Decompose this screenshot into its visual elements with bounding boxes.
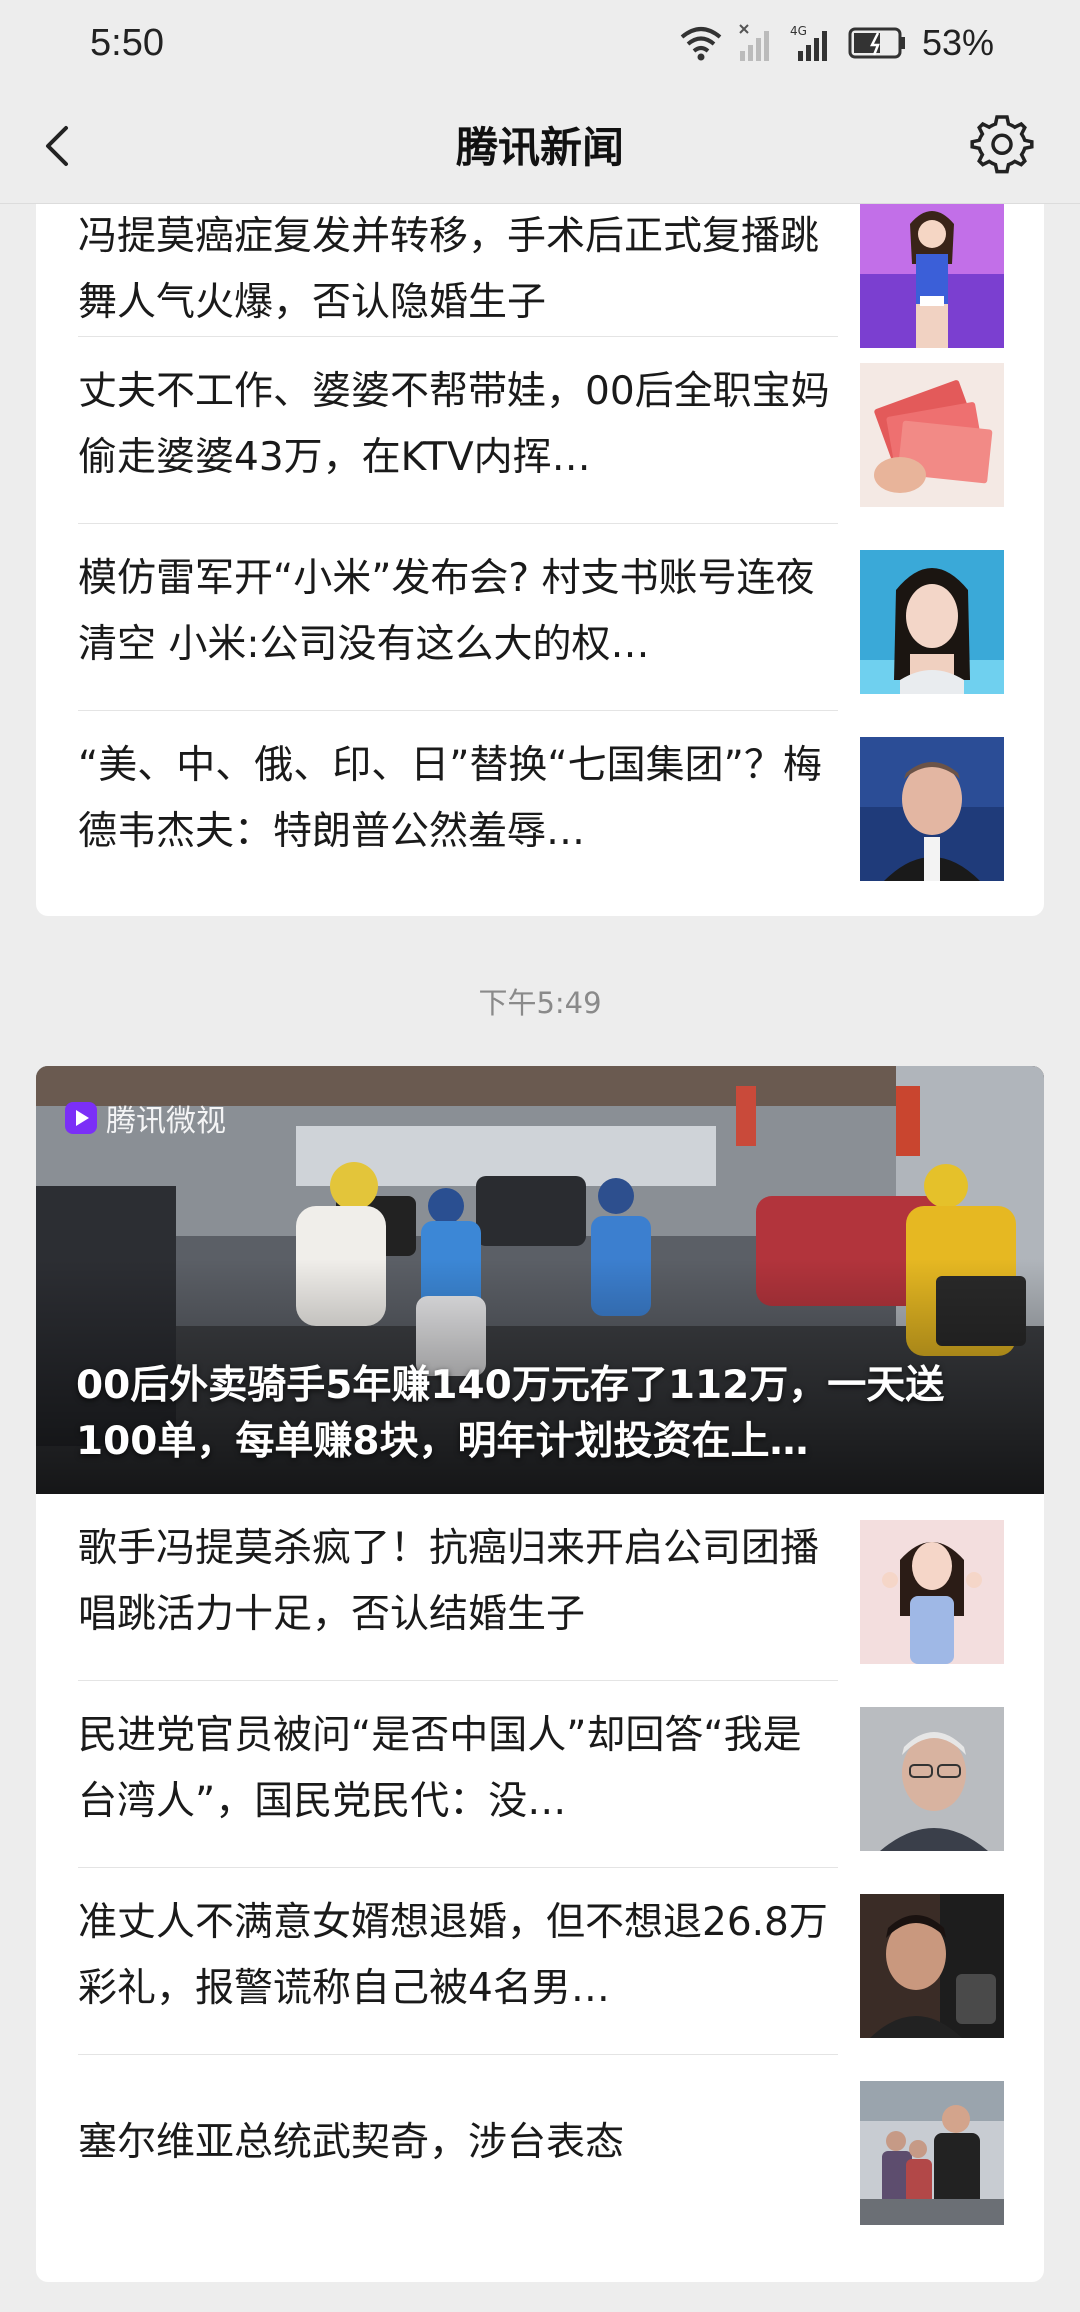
svg-text:4G: 4G: [790, 24, 807, 38]
featured-video[interactable]: 腾讯微视 00后外卖骑手5年赚140万元存了112万，一天送100单，每单赚8块…: [36, 1066, 1044, 1494]
news-thumbnail: [860, 2081, 1004, 2225]
news-thumbnail: [860, 737, 1004, 881]
news-item[interactable]: 准丈人不满意女婿想退婚，但不想退26.8万彩礼，报警谎称自己被4名男…: [36, 1868, 1044, 2055]
status-time: 5:50: [90, 21, 164, 64]
news-item[interactable]: 歌手冯提莫杀疯了！抗癌归来开启公司团播唱跳活力十足，否认结婚生子: [36, 1494, 1044, 1681]
news-item[interactable]: “美、中、俄、印、日”替换“七国集团”？梅德韦杰夫：特朗普公然羞辱…: [36, 711, 1044, 898]
news-title: 冯提莫癌症复发并转移，手术后正式复播跳舞人气火爆，否认隐婚生子: [78, 214, 820, 325]
status-bar: 5:50 4G 53%: [0, 0, 1080, 86]
app-header: 腾讯新闻: [0, 86, 1080, 204]
battery-percent: 53%: [921, 22, 994, 63]
play-logo-icon: [65, 1102, 97, 1134]
news-title: 塞尔维亚总统武契奇，涉台表态: [78, 2120, 625, 2165]
signal-icon: [739, 24, 769, 61]
news-item[interactable]: 民进党官员被问“是否中国人”却回答“我是台湾人”，国民党民代：没…: [36, 1681, 1044, 1868]
source-logo-text: 腾讯微视: [106, 1104, 226, 1139]
source-logo: 腾讯微视: [64, 1096, 226, 1140]
news-title: 准丈人不满意女婿想退婚，但不想退26.8万彩礼，报警谎称自己被4名男…: [78, 1900, 828, 2011]
gear-icon: [970, 115, 1034, 174]
news-item[interactable]: 冯提莫癌症复发并转移，手术后正式复播跳舞人气火爆，否认隐婚生子: [36, 204, 1044, 348]
wifi-icon: [680, 27, 722, 61]
news-thumbnail: [860, 1707, 1004, 1851]
page-title: 腾讯新闻: [455, 123, 624, 172]
news-item[interactable]: 模仿雷军开“小米”发布会? 村支书账号连夜清空 小米:公司没有这么大的权…: [36, 524, 1044, 711]
news-title: 民进党官员被问“是否中国人”却回答“我是台湾人”，国民党民代：没…: [78, 1713, 802, 1824]
signal-4g-icon: 4G: [790, 24, 827, 61]
news-card-2: 腾讯微视 00后外卖骑手5年赚140万元存了112万，一天送100单，每单赚8块…: [36, 1066, 1044, 2282]
back-button[interactable]: [30, 116, 90, 176]
chevron-left-icon: [46, 126, 68, 166]
news-card-1: 冯提莫癌症复发并转移，手术后正式复播跳舞人气火爆，否认隐婚生子 丈夫不工作、婆婆…: [36, 204, 1044, 916]
status-icons: 4G 53%: [678, 18, 994, 68]
timestamp-separator: 下午5:49: [478, 986, 602, 1020]
news-item[interactable]: 塞尔维亚总统武契奇，涉台表态: [36, 2055, 1044, 2242]
battery-icon: [848, 27, 905, 59]
news-thumbnail: [860, 204, 1004, 348]
news-thumbnail: [860, 363, 1004, 507]
featured-caption: 00后外卖骑手5年赚140万元存了112万，一天送100单，每单赚8块，明年计划…: [76, 1363, 945, 1464]
news-thumbnail: [860, 1520, 1004, 1664]
settings-button[interactable]: [970, 112, 1034, 176]
news-title: 丈夫不工作、婆婆不帮带娃，00后全职宝妈偷走婆婆43万，在KTV内挥…: [78, 369, 830, 480]
news-thumbnail: [860, 1894, 1004, 2038]
news-item[interactable]: 丈夫不工作、婆婆不帮带娃，00后全职宝妈偷走婆婆43万，在KTV内挥…: [36, 337, 1044, 524]
news-title: 歌手冯提莫杀疯了！抗癌归来开启公司团播唱跳活力十足，否认结婚生子: [78, 1526, 820, 1637]
news-thumbnail: [860, 550, 1004, 694]
news-title: 模仿雷军开“小米”发布会? 村支书账号连夜清空 小米:公司没有这么大的权…: [78, 556, 815, 667]
news-title: “美、中、俄、印、日”替换“七国集团”？梅德韦杰夫：特朗普公然羞辱…: [78, 743, 822, 854]
